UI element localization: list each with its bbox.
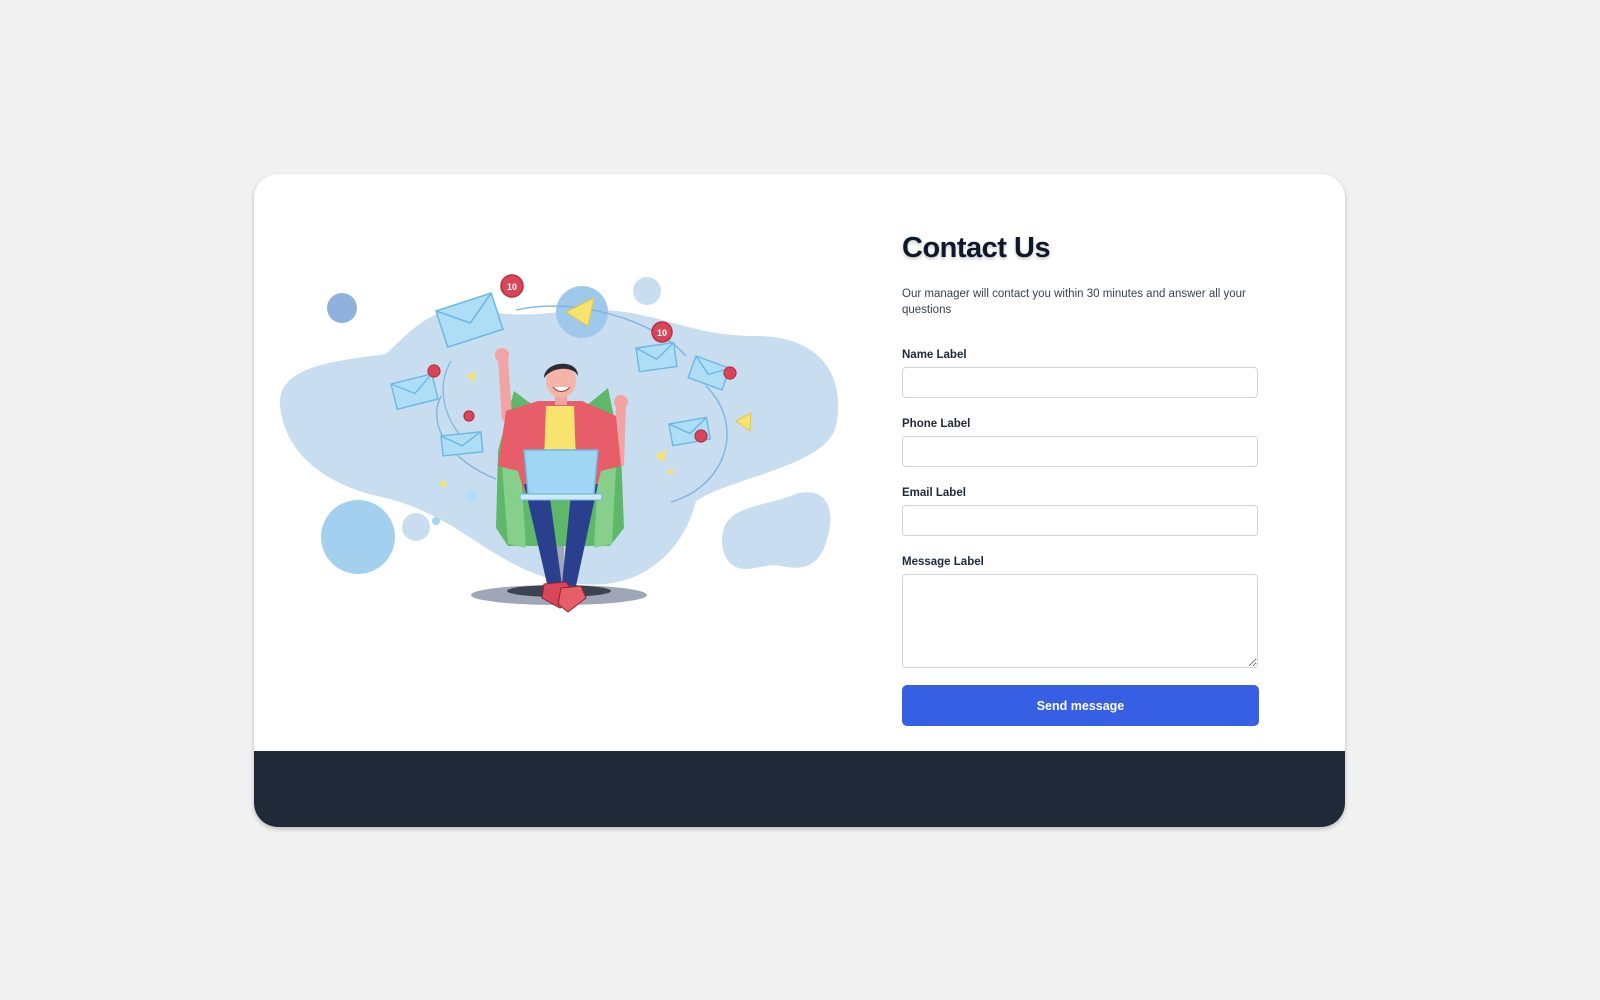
notification-dot	[694, 429, 708, 443]
bubble	[465, 490, 477, 502]
email-label: Email Label	[902, 487, 966, 499]
name-input[interactable]	[902, 367, 1258, 398]
contact-illustration: 10 10	[279, 274, 839, 613]
bubble	[432, 517, 440, 525]
page-subtitle: Our manager will contact you within 30 m…	[902, 288, 1246, 316]
badge-count: 10	[657, 328, 667, 338]
message-textarea[interactable]	[902, 574, 1258, 668]
phone-field-group: Phone Label	[902, 417, 1260, 467]
notification-dot	[463, 410, 475, 422]
notification-dot	[427, 364, 441, 378]
send-message-button[interactable]: Send message	[902, 685, 1259, 726]
bubble	[327, 293, 357, 323]
badge-count: 10	[507, 282, 517, 292]
contact-card: 10 10 Contact Us Our manager will contac…	[254, 174, 1345, 827]
bubble	[402, 513, 430, 541]
envelope-icon	[440, 431, 484, 457]
card-footer	[254, 751, 1345, 827]
bubble	[321, 500, 395, 574]
email-input[interactable]	[902, 505, 1258, 536]
notification-dot	[723, 366, 737, 380]
phone-input[interactable]	[902, 436, 1258, 467]
bubble	[633, 277, 661, 305]
message-label: Message Label	[902, 556, 984, 568]
notification-badge: 10	[651, 321, 673, 343]
name-field-group: Name Label	[902, 348, 1260, 398]
envelope-icon	[635, 341, 678, 373]
page-title: Contact Us	[902, 232, 1051, 264]
name-label: Name Label	[902, 349, 967, 361]
phone-label: Phone Label	[902, 418, 971, 430]
notification-badge: 10	[500, 274, 524, 298]
small-blob	[722, 492, 831, 569]
message-field-group: Message Label	[902, 555, 1260, 668]
email-field-group: Email Label	[902, 486, 1260, 536]
contact-form: Contact Us Our manager will contact you …	[902, 230, 1260, 726]
